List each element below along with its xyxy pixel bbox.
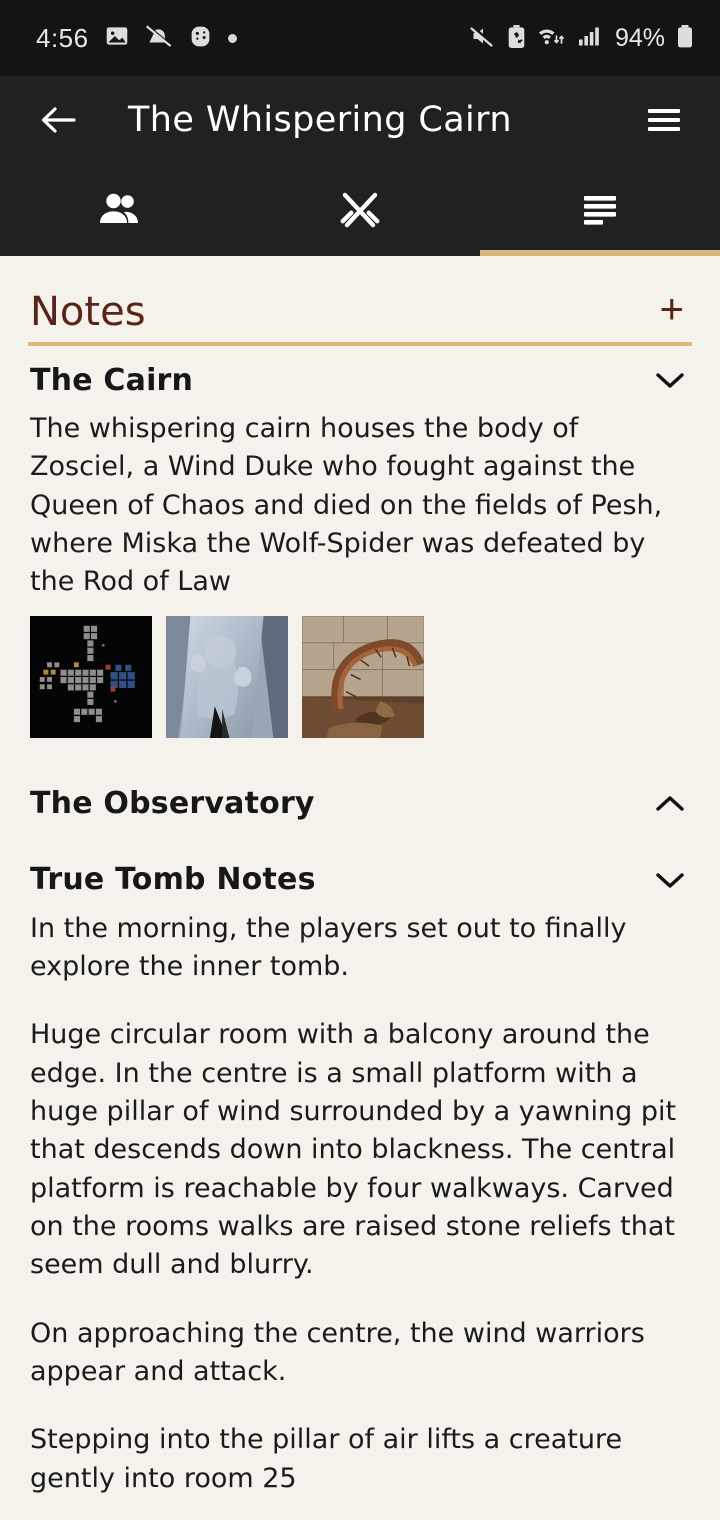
status-bar-left: 4:56 — [36, 23, 237, 54]
notes-lines-icon — [584, 196, 616, 225]
note-paragraph: In the morning, the players set out to f… — [30, 912, 627, 982]
hamburger-menu-icon — [648, 109, 680, 131]
notes-content: Notes + The Cairn The whispering cairn h… — [0, 256, 720, 1520]
note-header-true-tomb-notes[interactable]: True Tomb Notes — [28, 846, 692, 910]
tab-notes[interactable] — [480, 164, 720, 256]
app-screen: 4:56 94% The Whispering Cairn Notes + Th… — [0, 0, 720, 1520]
notes-header: Notes + — [28, 256, 692, 342]
note-paragraph: The whispering cairn houses the body of … — [30, 413, 663, 598]
crossed-swords-icon — [340, 192, 380, 228]
tab-bar — [0, 164, 720, 256]
wifi-icon — [537, 24, 567, 52]
note-header-the-observatory[interactable]: The Observatory — [28, 770, 692, 834]
volume-muted-icon — [469, 24, 496, 52]
note-body-the-cairn: The whispering cairn houses the body of … — [28, 410, 692, 602]
people-icon — [100, 193, 138, 223]
add-note-button[interactable]: + — [653, 288, 690, 332]
clock: 4:56 — [36, 22, 89, 53]
battery-percent-label: 94% — [614, 23, 665, 52]
notes-heading: Notes — [30, 289, 146, 335]
back-button[interactable] — [30, 92, 86, 148]
back-arrow-icon — [41, 107, 76, 133]
page-title: The Whispering Cairn — [128, 100, 512, 140]
note-paragraph: On approaching the centre, the wind warr… — [30, 1317, 645, 1387]
note-title: The Observatory — [30, 786, 315, 822]
status-bar-right: 94% — [469, 24, 694, 53]
active-tab-indicator — [479, 250, 720, 256]
chevron-down-icon[interactable] — [650, 860, 690, 900]
note-image-gallery — [28, 602, 692, 744]
tab-combat[interactable] — [240, 164, 480, 256]
battery-saver-icon — [507, 24, 526, 53]
game-controller-icon — [188, 24, 213, 53]
note-body-true-tomb-notes: In the morning, the players set out to f… — [28, 910, 692, 1520]
status-bar: 4:56 94% — [0, 0, 720, 76]
note-paragraph: Huge circular room with a balcony around… — [30, 1019, 677, 1281]
photo-icon — [104, 23, 130, 53]
chevron-down-icon[interactable] — [650, 360, 690, 400]
menu-button[interactable] — [636, 92, 692, 148]
chevron-up-icon[interactable] — [650, 784, 690, 824]
dot-indicator — [227, 33, 237, 43]
tab-party[interactable] — [0, 164, 240, 256]
battery-icon — [676, 24, 694, 53]
app-bar: The Whispering Cairn — [0, 76, 720, 164]
note-title: The Cairn — [30, 362, 194, 398]
bronze-arch-thumbnail[interactable] — [302, 615, 424, 738]
dungeon-map-thumbnail[interactable] — [30, 615, 152, 738]
statue-sarcophagus-thumbnail[interactable] — [166, 615, 288, 738]
signal-bars-icon — [578, 24, 604, 52]
note-paragraph: Stepping into the pillar of air lifts a … — [30, 1424, 623, 1494]
note-title: True Tomb Notes — [30, 862, 316, 898]
notification-muted-icon — [145, 23, 173, 53]
note-header-the-cairn[interactable]: The Cairn — [28, 346, 692, 410]
